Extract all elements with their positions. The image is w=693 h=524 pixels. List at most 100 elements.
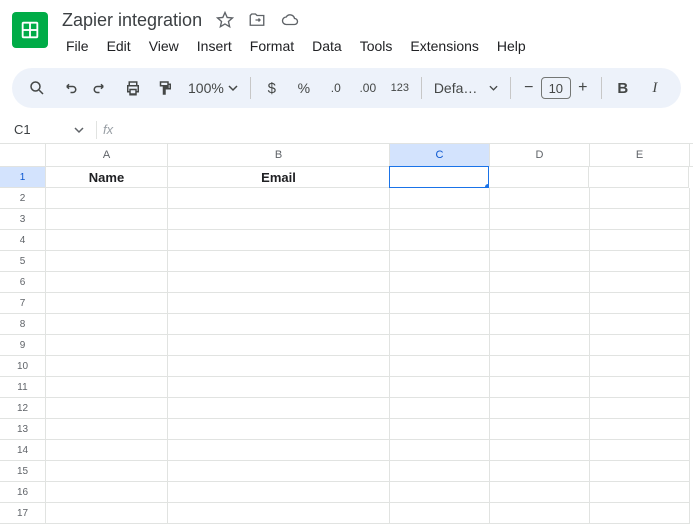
cell-C8[interactable] [390,314,490,335]
column-header-D[interactable]: D [490,144,590,166]
cell-C13[interactable] [390,419,490,440]
cell-E13[interactable] [590,419,690,440]
cell-B12[interactable] [168,398,390,419]
cell-D8[interactable] [490,314,590,335]
column-header-C[interactable]: C [390,144,490,166]
cell-B11[interactable] [168,377,390,398]
cell-D10[interactable] [490,356,590,377]
undo-icon[interactable] [54,73,84,103]
cell-E6[interactable] [590,272,690,293]
cell-D14[interactable] [490,440,590,461]
cell-A5[interactable] [46,251,168,272]
star-icon[interactable] [216,11,234,29]
redo-icon[interactable] [86,73,116,103]
menu-extensions[interactable]: Extensions [402,34,486,58]
menu-view[interactable]: View [141,34,187,58]
cell-C7[interactable] [390,293,490,314]
menu-data[interactable]: Data [304,34,350,58]
cell-C11[interactable] [390,377,490,398]
cell-D1[interactable] [489,167,589,188]
cell-A6[interactable] [46,272,168,293]
cell-E15[interactable] [590,461,690,482]
cell-C3[interactable] [390,209,490,230]
menu-edit[interactable]: Edit [99,34,139,58]
cell-A13[interactable] [46,419,168,440]
column-header-E[interactable]: E [590,144,690,166]
document-title[interactable]: Zapier integration [58,8,206,33]
row-header-1[interactable]: 1 [0,167,46,188]
cell-A11[interactable] [46,377,168,398]
search-icon[interactable] [22,73,52,103]
cell-B15[interactable] [168,461,390,482]
cell-A12[interactable] [46,398,168,419]
select-all-corner[interactable] [0,144,46,166]
cell-C10[interactable] [390,356,490,377]
paint-format-icon[interactable] [150,73,180,103]
cell-B6[interactable] [168,272,390,293]
menu-format[interactable]: Format [242,34,302,58]
decrease-font-size-button[interactable]: − [517,76,541,100]
cell-A3[interactable] [46,209,168,230]
cell-B1[interactable]: Email [168,167,390,188]
cell-C1[interactable] [389,166,489,188]
italic-button[interactable]: I [640,73,670,103]
move-icon[interactable] [248,11,266,29]
cell-D4[interactable] [490,230,590,251]
cell-E4[interactable] [590,230,690,251]
cell-A10[interactable] [46,356,168,377]
column-header-A[interactable]: A [46,144,168,166]
row-header-6[interactable]: 6 [0,272,46,293]
row-header-2[interactable]: 2 [0,188,46,209]
cell-D3[interactable] [490,209,590,230]
cell-D11[interactable] [490,377,590,398]
column-header-B[interactable]: B [168,144,390,166]
cell-A2[interactable] [46,188,168,209]
cell-C9[interactable] [390,335,490,356]
cell-B5[interactable] [168,251,390,272]
row-header-13[interactable]: 13 [0,419,46,440]
cell-D9[interactable] [490,335,590,356]
row-header-11[interactable]: 11 [0,377,46,398]
cell-E9[interactable] [590,335,690,356]
row-header-4[interactable]: 4 [0,230,46,251]
cloud-icon[interactable] [280,11,300,29]
cell-C5[interactable] [390,251,490,272]
cell-E14[interactable] [590,440,690,461]
decrease-decimal-icon[interactable]: .0 [321,73,351,103]
cell-D16[interactable] [490,482,590,503]
cell-A1[interactable]: Name [46,167,168,188]
spreadsheet-grid[interactable]: A B C D E 1NameEmail23456789101112131415… [0,144,693,524]
cell-B4[interactable] [168,230,390,251]
increase-decimal-icon[interactable]: .00 [353,73,383,103]
cell-B10[interactable] [168,356,390,377]
bold-button[interactable]: B [608,73,638,103]
cell-E3[interactable] [590,209,690,230]
cell-A9[interactable] [46,335,168,356]
cell-E11[interactable] [590,377,690,398]
cell-D6[interactable] [490,272,590,293]
cell-E12[interactable] [590,398,690,419]
cell-A15[interactable] [46,461,168,482]
print-icon[interactable] [118,73,148,103]
cell-D5[interactable] [490,251,590,272]
cell-B8[interactable] [168,314,390,335]
cell-B9[interactable] [168,335,390,356]
row-header-15[interactable]: 15 [0,461,46,482]
cell-B3[interactable] [168,209,390,230]
cell-B14[interactable] [168,440,390,461]
currency-icon[interactable]: $ [257,73,287,103]
cell-D13[interactable] [490,419,590,440]
cell-E5[interactable] [590,251,690,272]
menu-tools[interactable]: Tools [352,34,401,58]
menu-file[interactable]: File [58,34,97,58]
cell-D7[interactable] [490,293,590,314]
cell-D12[interactable] [490,398,590,419]
cell-C15[interactable] [390,461,490,482]
cell-A16[interactable] [46,482,168,503]
more-formats-icon[interactable]: 123 [385,73,415,103]
menu-insert[interactable]: Insert [189,34,240,58]
cell-B2[interactable] [168,188,390,209]
cell-E1[interactable] [589,167,689,188]
row-header-14[interactable]: 14 [0,440,46,461]
cell-D2[interactable] [490,188,590,209]
